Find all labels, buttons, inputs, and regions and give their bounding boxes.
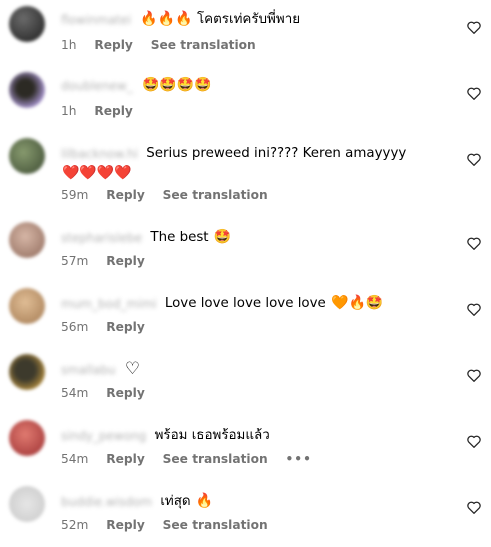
avatar[interactable] bbox=[9, 72, 45, 108]
comment-item: flowinmatei 🔥🔥🔥 โคตรเท่ครับพี่พาย 1h Rep… bbox=[0, 0, 491, 66]
comment-meta: 1h Reply bbox=[61, 104, 147, 118]
see-translation-link[interactable]: See translation bbox=[163, 188, 268, 202]
like-heart-icon[interactable] bbox=[467, 87, 481, 100]
reply-button[interactable]: Reply bbox=[106, 452, 145, 466]
comment-emoji: ♡ bbox=[124, 359, 141, 379]
comment-body: lilbacknow.hi Serius preweed ini???? Ker… bbox=[61, 144, 451, 184]
username-link[interactable]: mum_bod_mimi bbox=[61, 294, 157, 314]
comment-emoji: 🔥 bbox=[195, 493, 214, 509]
comment-item: lilbacknow.hi Serius preweed ini???? Ker… bbox=[0, 132, 491, 212]
see-translation-link[interactable]: See translation bbox=[151, 38, 256, 52]
avatar[interactable] bbox=[9, 222, 45, 258]
reply-button[interactable]: Reply bbox=[94, 38, 133, 52]
username-link[interactable]: lilbacknow.hi bbox=[61, 144, 138, 164]
comment-text: โคตรเท่ครับพี่พาย bbox=[196, 12, 301, 27]
see-translation-link[interactable]: See translation bbox=[163, 518, 268, 532]
like-heart-icon[interactable] bbox=[467, 501, 481, 514]
comment-emoji: 🧡🔥🤩 bbox=[331, 295, 384, 311]
like-heart-icon[interactable] bbox=[467, 435, 481, 448]
like-heart-icon[interactable] bbox=[467, 237, 481, 250]
reply-button[interactable]: Reply bbox=[106, 254, 145, 268]
comment-meta: 52m Reply See translation bbox=[61, 518, 282, 532]
comment-body: stepharislebe The best 🤩 bbox=[61, 228, 461, 248]
timestamp: 59m bbox=[61, 188, 89, 202]
comment-meta: 54m Reply See translation ••• bbox=[61, 452, 312, 466]
like-heart-icon[interactable] bbox=[467, 153, 481, 166]
avatar[interactable] bbox=[9, 486, 45, 522]
like-heart-icon[interactable] bbox=[467, 21, 481, 34]
comment-meta: 57m Reply bbox=[61, 254, 159, 268]
comment-emoji: 🔥🔥🔥 bbox=[140, 11, 193, 27]
comment-body: sindy_pewong พร้อม เธอพร้อมแล้ว bbox=[61, 426, 461, 446]
like-heart-icon[interactable] bbox=[467, 369, 481, 382]
timestamp: 52m bbox=[61, 518, 89, 532]
timestamp: 1h bbox=[61, 104, 77, 118]
username-link[interactable]: doublenew_ bbox=[61, 76, 133, 96]
avatar[interactable] bbox=[9, 288, 45, 324]
comment-body: mum_bod_mimi Love love love love love 🧡🔥… bbox=[61, 294, 461, 314]
comment-meta: 56m Reply bbox=[61, 320, 159, 334]
comment-item: smallabu ♡ 54m Reply bbox=[0, 348, 491, 414]
comment-item: sindy_pewong พร้อม เธอพร้อมแล้ว 54m Repl… bbox=[0, 414, 491, 480]
comment-body: buddie.wisdom เท่สุด 🔥 bbox=[61, 492, 461, 512]
avatar[interactable] bbox=[9, 138, 45, 174]
like-heart-icon[interactable] bbox=[467, 303, 481, 316]
comment-emoji: ❤️❤️❤️❤️ bbox=[62, 165, 132, 181]
comment-body: doublenew_ 🤩🤩🤩🤩 bbox=[61, 76, 461, 96]
timestamp: 1h bbox=[61, 38, 77, 52]
comment-meta: 1h Reply See translation bbox=[61, 38, 270, 52]
timestamp: 54m bbox=[61, 452, 89, 466]
avatar[interactable] bbox=[9, 420, 45, 456]
comment-meta: 54m Reply bbox=[61, 386, 159, 400]
reply-button[interactable]: Reply bbox=[106, 386, 145, 400]
comment-emoji: 🤩 bbox=[213, 229, 232, 245]
reply-button[interactable]: Reply bbox=[106, 188, 145, 202]
username-link[interactable]: smallabu bbox=[61, 360, 116, 380]
timestamp: 56m bbox=[61, 320, 89, 334]
comment-text: Love love love love love bbox=[164, 296, 326, 311]
reply-button[interactable]: Reply bbox=[94, 104, 133, 118]
username-link[interactable]: sindy_pewong bbox=[61, 426, 146, 446]
timestamp: 54m bbox=[61, 386, 89, 400]
avatar[interactable] bbox=[9, 354, 45, 390]
username-link[interactable]: flowinmatei bbox=[61, 10, 131, 30]
see-translation-link[interactable]: See translation bbox=[163, 452, 268, 466]
reply-button[interactable]: Reply bbox=[106, 518, 145, 532]
comment-item: mum_bod_mimi Love love love love love 🧡🔥… bbox=[0, 282, 491, 348]
comment-text: พร้อม เธอพร้อมแล้ว bbox=[154, 428, 270, 443]
comment-body: flowinmatei 🔥🔥🔥 โคตรเท่ครับพี่พาย bbox=[61, 10, 461, 30]
comment-text: เท่สุด bbox=[160, 494, 191, 509]
username-link[interactable]: stepharislebe bbox=[61, 228, 142, 248]
comment-emoji: 🤩🤩🤩🤩 bbox=[141, 77, 212, 93]
username-link[interactable]: buddie.wisdom bbox=[61, 492, 152, 512]
comment-meta: 59m Reply See translation bbox=[61, 188, 282, 202]
more-options-icon[interactable]: ••• bbox=[286, 452, 312, 466]
comment-body: smallabu ♡ bbox=[61, 360, 461, 380]
timestamp: 57m bbox=[61, 254, 89, 268]
comment-item: stepharislebe The best 🤩 57m Reply bbox=[0, 216, 491, 282]
comment-text: Serius preweed ini???? Keren amayyyy bbox=[146, 146, 407, 161]
avatar[interactable] bbox=[9, 6, 45, 42]
reply-button[interactable]: Reply bbox=[106, 320, 145, 334]
comment-text: The best bbox=[150, 230, 209, 245]
comment-item: doublenew_ 🤩🤩🤩🤩 1h Reply bbox=[0, 66, 491, 132]
comment-item: buddie.wisdom เท่สุด 🔥 52m Reply See tra… bbox=[0, 480, 491, 546]
